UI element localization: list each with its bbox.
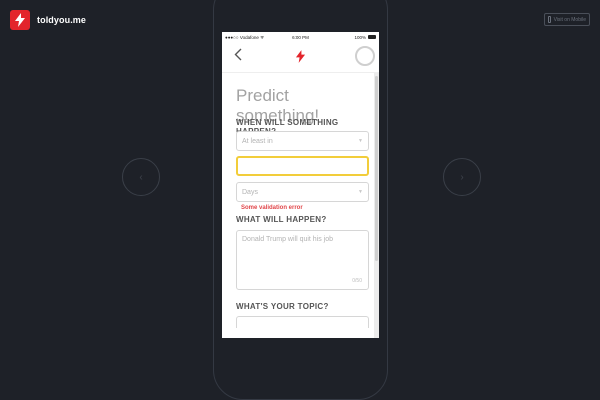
back-button[interactable]	[234, 48, 242, 64]
scrollbar-thumb[interactable]	[375, 76, 378, 261]
prediction-textarea[interactable]: Donald Trump will quit his job 0/50	[236, 230, 369, 290]
topic-input[interactable]	[236, 316, 369, 328]
chevron-down-icon: ▼	[358, 138, 363, 144]
next-slide-button[interactable]: ›	[443, 158, 481, 196]
chevron-right-icon: ›	[460, 171, 464, 183]
prediction-form: Predict something! WHEN WILL SOMETHING H…	[236, 78, 370, 328]
topic-section-label: WHAT'S YOUR TOPIC?	[236, 302, 329, 311]
app-header	[222, 42, 379, 73]
avatar[interactable]	[355, 46, 375, 66]
previous-slide-button[interactable]: ‹	[122, 158, 160, 196]
chevron-left-icon	[234, 48, 242, 61]
battery-icon	[368, 35, 376, 39]
unit-select[interactable]: Days ▼	[236, 182, 369, 202]
visit-on-mobile-button[interactable]: Visit on Mobile	[544, 13, 590, 26]
chevron-down-icon: ▼	[358, 189, 363, 195]
brand[interactable]: toldyou.me	[10, 10, 86, 30]
battery-percent: 100%	[354, 35, 366, 40]
brand-name: toldyou.me	[37, 15, 87, 25]
unit-select-value: Days	[242, 188, 258, 196]
char-counter: 0/50	[352, 278, 362, 284]
prediction-placeholder: Donald Trump will quit his job	[242, 236, 334, 243]
phone-screen: ●●●○○ Vodafone ᯤ 6:00 PM 100% Predict so…	[222, 32, 379, 338]
chevron-left-icon: ‹	[139, 171, 143, 183]
lightning-bolt-icon	[10, 10, 30, 30]
validation-error: Some validation error	[241, 205, 303, 211]
visit-on-mobile-label: Visit on Mobile	[553, 16, 586, 23]
what-section-label: WHAT WILL HAPPEN?	[236, 215, 327, 224]
timeframe-select[interactable]: At least in ▼	[236, 131, 369, 151]
phone-icon	[548, 16, 551, 23]
timeframe-select-value: At least in	[242, 137, 273, 145]
lightning-bolt-icon	[295, 50, 306, 68]
amount-input[interactable]	[236, 156, 369, 176]
status-bar: ●●●○○ Vodafone ᯤ 6:00 PM 100%	[222, 32, 379, 42]
